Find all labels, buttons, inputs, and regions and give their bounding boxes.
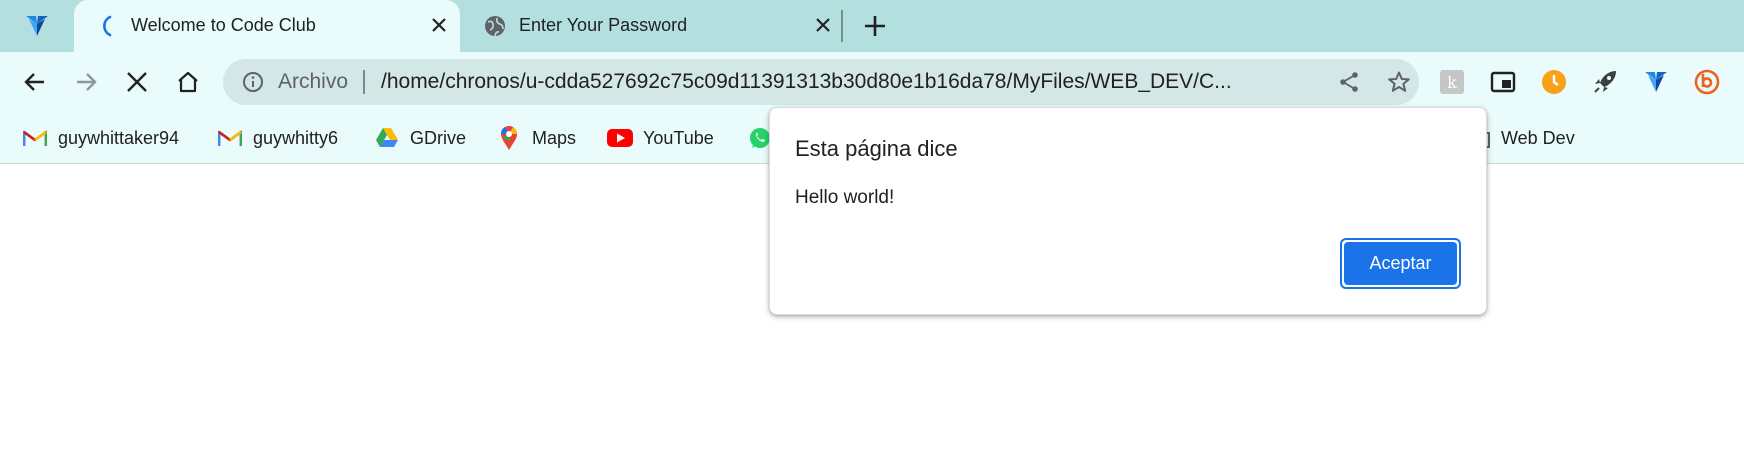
address-url-text[interactable]: /home/chronos/u-cdda527692c75c09d1139131… bbox=[381, 59, 1321, 105]
back-arrow-icon bbox=[24, 73, 44, 91]
clock-extension-icon[interactable] bbox=[1539, 67, 1569, 97]
bookmark-label: Maps bbox=[532, 127, 577, 148]
home-button[interactable] bbox=[173, 67, 203, 97]
funnel-logo-icon bbox=[26, 16, 48, 36]
dialog-message: Hello world! bbox=[795, 187, 895, 208]
globe-icon bbox=[482, 13, 508, 39]
tab-welcome-to-code-club[interactable]: Welcome to Code Club bbox=[74, 0, 460, 52]
tab-title: Welcome to Code Club bbox=[131, 15, 316, 35]
bookmark-label: Web Dev bbox=[1501, 127, 1575, 148]
stop-x-icon bbox=[127, 72, 147, 92]
forward-arrow-icon bbox=[77, 73, 97, 91]
gmail-icon bbox=[22, 125, 48, 151]
close-tab-icon[interactable] bbox=[810, 12, 836, 38]
keep-k-icon[interactable]: k bbox=[1437, 67, 1467, 97]
close-tab-icon[interactable] bbox=[426, 12, 452, 38]
home-icon bbox=[178, 71, 198, 93]
bookmark-guywhittaker94[interactable]: guywhittaker94 bbox=[22, 112, 179, 164]
bitly-icon[interactable] bbox=[1692, 67, 1722, 97]
tab-enter-your-password[interactable]: Enter Your Password bbox=[462, 0, 844, 52]
site-info-icon[interactable] bbox=[241, 70, 265, 94]
share-icon[interactable] bbox=[1337, 70, 1361, 94]
dialog-title: Esta página dice bbox=[795, 136, 958, 161]
bookmark-youtube[interactable]: YouTube bbox=[607, 112, 714, 164]
rocket-icon[interactable] bbox=[1590, 67, 1620, 97]
google-drive-icon bbox=[374, 125, 400, 151]
accept-button[interactable]: Aceptar bbox=[1340, 238, 1461, 289]
bookmark-label: YouTube bbox=[643, 127, 714, 148]
bookmark-label: guywhittaker94 bbox=[58, 127, 180, 148]
svg-text:k: k bbox=[1447, 73, 1457, 92]
google-maps-icon bbox=[496, 125, 522, 151]
bookmark-guywhitty6[interactable]: guywhitty6 bbox=[217, 112, 338, 164]
bookmark-star-icon[interactable] bbox=[1387, 70, 1411, 94]
bookmark-maps[interactable]: Maps bbox=[496, 112, 576, 164]
bookmark-label: GDrive bbox=[410, 127, 467, 148]
back-button[interactable] bbox=[20, 67, 50, 97]
forward-button[interactable] bbox=[71, 67, 101, 97]
gmail-icon bbox=[217, 125, 243, 151]
address-bar[interactable]: Archivo /home/chronos/u-cdda527692c75c09… bbox=[223, 59, 1419, 105]
loading-spinner-icon bbox=[94, 13, 120, 39]
funnel-extension-icon[interactable] bbox=[1641, 67, 1671, 97]
plus-icon bbox=[865, 16, 885, 36]
address-divider bbox=[363, 70, 365, 94]
tab-title: Enter Your Password bbox=[519, 15, 688, 35]
stop-loading-button[interactable] bbox=[122, 67, 152, 97]
alert-dialog: Esta página dice Hello world! Aceptar bbox=[769, 107, 1487, 315]
youtube-icon bbox=[607, 125, 633, 151]
tab-strip: Welcome to Code Club Enter Your Password bbox=[0, 0, 1744, 52]
bookmark-gdrive[interactable]: GDrive bbox=[374, 112, 466, 164]
new-tab-button[interactable] bbox=[860, 11, 890, 41]
tab-separator bbox=[841, 10, 843, 42]
browser-toolbar: Archivo /home/chronos/u-cdda527692c75c09… bbox=[0, 52, 1744, 112]
bookmark-label: guywhitty6 bbox=[253, 127, 339, 148]
picture-in-picture-icon[interactable] bbox=[1488, 67, 1518, 97]
accept-button-label: Aceptar bbox=[1344, 242, 1457, 285]
address-scheme-label: Archivo bbox=[278, 70, 349, 93]
pinned-tab[interactable] bbox=[0, 0, 74, 52]
